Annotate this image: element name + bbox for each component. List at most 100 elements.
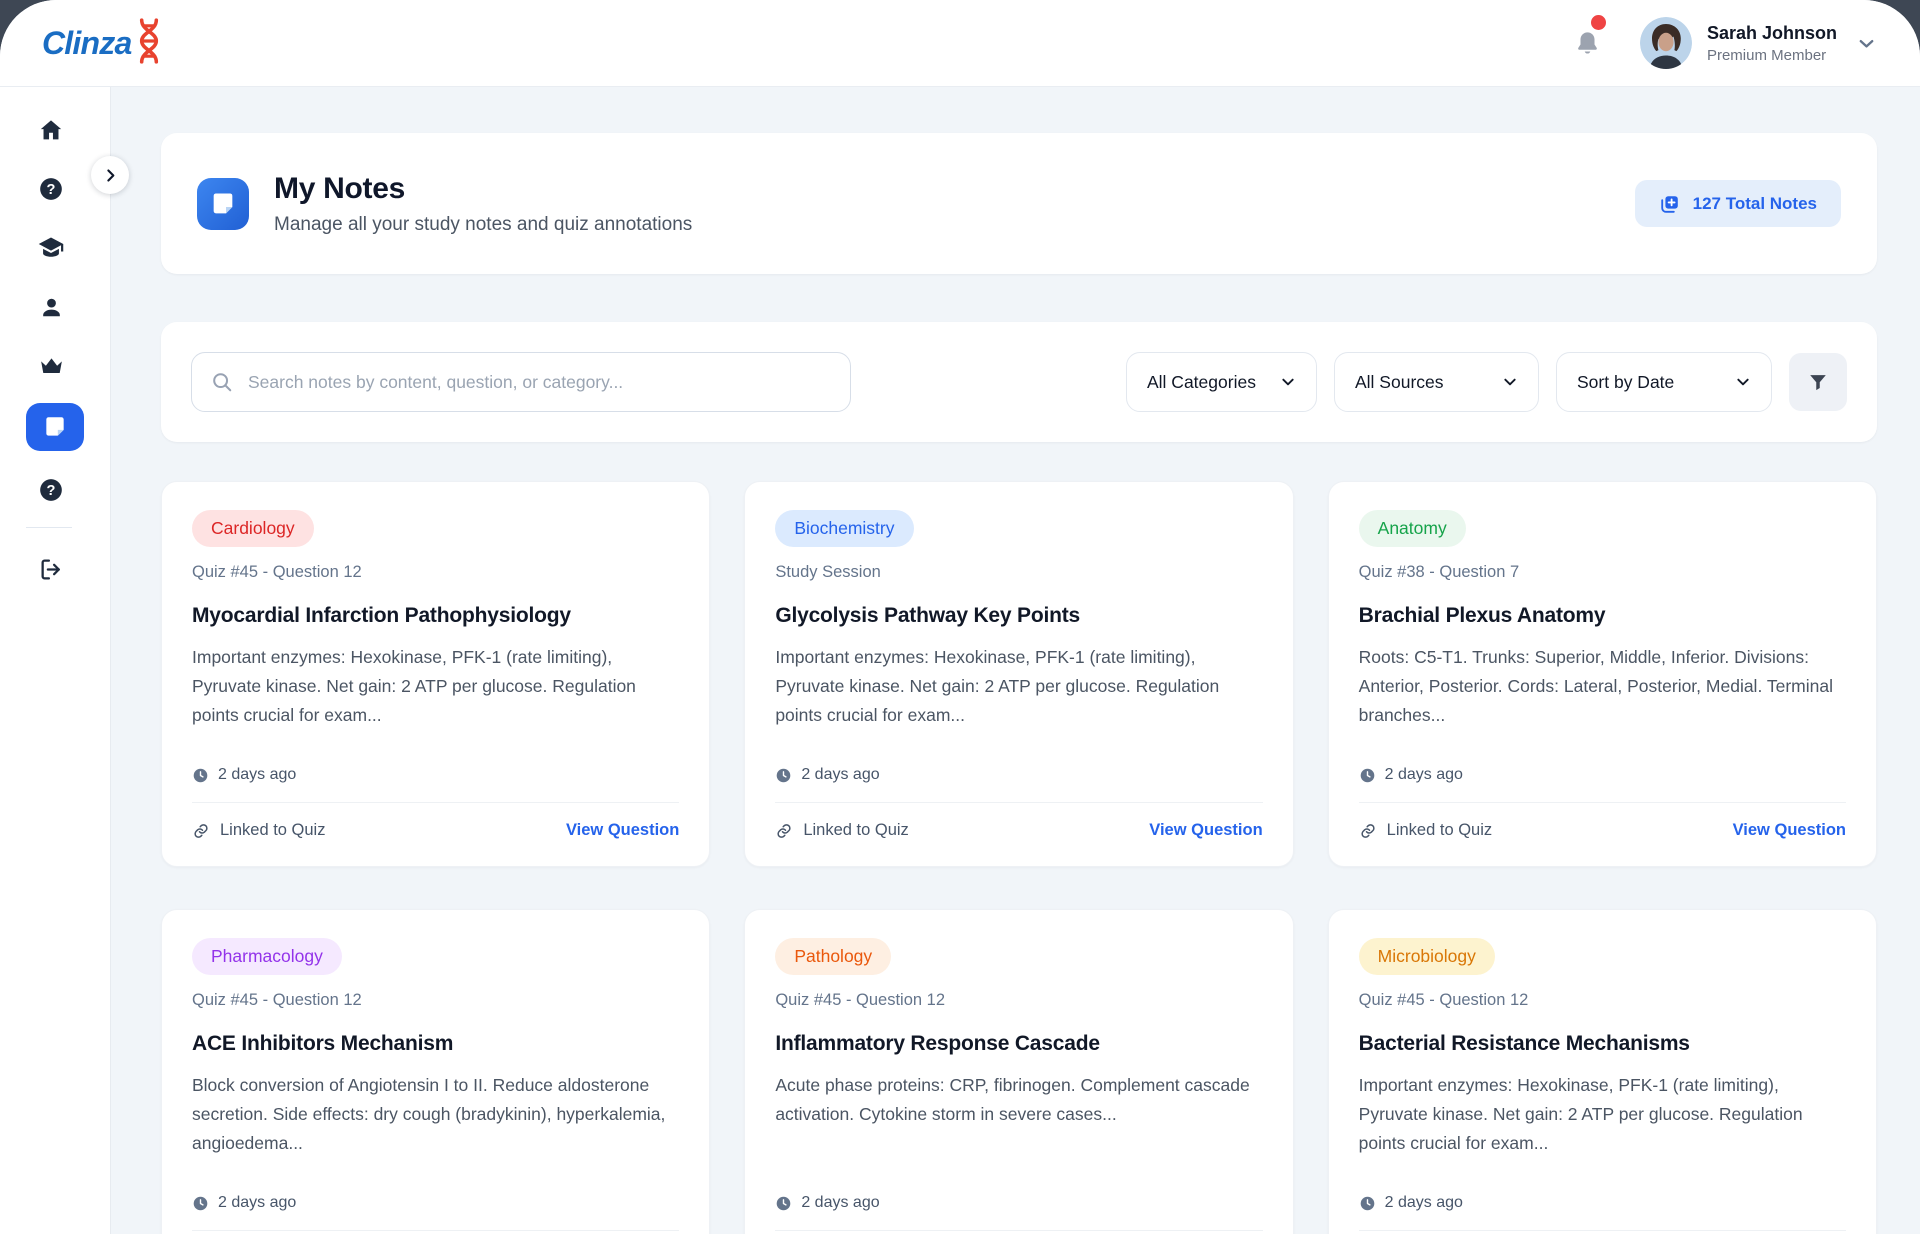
home-icon (38, 117, 64, 143)
main-content: My Notes Manage all your study notes and… (111, 87, 1920, 1234)
notes-page-icon (197, 178, 249, 230)
note-card[interactable]: Anatomy Quiz #38 - Question 7 Brachial P… (1328, 481, 1877, 867)
link-icon (775, 822, 793, 840)
note-source: Quiz #45 - Question 12 (775, 991, 1262, 1010)
page-header-text: My Notes Manage all your study notes and… (274, 172, 692, 236)
note-time-row: 2 days ago (1359, 766, 1846, 784)
chevron-down-icon (1735, 374, 1751, 390)
sidebar-item-learn[interactable] (26, 223, 76, 273)
filter-button[interactable] (1789, 353, 1847, 411)
svg-text:?: ? (47, 182, 56, 198)
sidebar-expand-button[interactable] (91, 156, 129, 194)
note-footer: Linked to Quiz View Question (775, 802, 1262, 840)
sources-dropdown[interactable]: All Sources (1334, 352, 1539, 412)
note-title: ACE Inhibitors Mechanism (192, 1032, 679, 1056)
search-input[interactable] (191, 352, 851, 412)
note-source: Quiz #45 - Question 12 (192, 991, 679, 1010)
logo[interactable]: Clinza (42, 22, 166, 64)
sidebar-item-profile[interactable] (26, 282, 76, 332)
note-category-badge: Pathology (775, 938, 891, 975)
note-view-question[interactable]: View Question (566, 821, 679, 840)
note-body: Important enzymes: Hexokinase, PFK-1 (ra… (1359, 1071, 1846, 1186)
sidebar-item-notes[interactable] (26, 403, 84, 451)
note-body: Acute phase proteins: CRP, fibrinogen. C… (775, 1071, 1262, 1186)
note-card[interactable]: Biochemistry Study Session Glycolysis Pa… (744, 481, 1293, 867)
page-header-card: My Notes Manage all your study notes and… (161, 133, 1877, 274)
stacked-notes-plus-icon (1659, 193, 1681, 215)
clock-icon (192, 767, 209, 784)
note-source: Study Session (775, 563, 1262, 582)
link-icon (1359, 822, 1377, 840)
topbar: Clinza (0, 0, 1920, 87)
sort-dropdown[interactable]: Sort by Date (1556, 352, 1772, 412)
note-time: 2 days ago (801, 766, 879, 784)
note-card[interactable]: Microbiology Quiz #45 - Question 12 Bact… (1328, 909, 1877, 1234)
sidebar-divider (26, 527, 72, 528)
note-icon (209, 190, 237, 218)
note-icon (42, 414, 68, 440)
note-category-badge: Pharmacology (192, 938, 342, 975)
user-menu[interactable]: Sarah Johnson Premium Member (1640, 17, 1878, 69)
sidebar-item-logout[interactable] (26, 544, 76, 594)
note-time: 2 days ago (801, 1194, 879, 1212)
note-title: Inflammatory Response Cascade (775, 1032, 1262, 1056)
note-time-row: 2 days ago (775, 766, 1262, 784)
logo-text: Clinza (42, 25, 131, 62)
user-role: Premium Member (1707, 47, 1837, 64)
note-footer: Linked to Quiz View Question (1359, 802, 1846, 840)
sidebar-item-help[interactable]: ? (26, 164, 76, 214)
sidebar-item-premium[interactable] (26, 341, 76, 391)
note-time: 2 days ago (1385, 1194, 1463, 1212)
note-category-badge: Anatomy (1359, 510, 1466, 547)
app-window: Clinza (0, 0, 1920, 1234)
topbar-right: Sarah Johnson Premium Member (1573, 17, 1878, 69)
question-circle-icon: ? (38, 477, 64, 503)
funnel-icon (1807, 371, 1829, 393)
note-time: 2 days ago (218, 766, 296, 784)
note-title: Myocardial Infarction Pathophysiology (192, 604, 679, 628)
note-linked: Linked to Quiz (192, 821, 325, 840)
note-source: Quiz #38 - Question 7 (1359, 563, 1846, 582)
note-view-question[interactable]: View Question (1733, 821, 1846, 840)
graduation-cap-icon (37, 234, 65, 262)
filter-bar: All Categories All Sources Sort by Date (161, 322, 1877, 442)
note-category-badge: Microbiology (1359, 938, 1495, 975)
clock-icon (775, 1195, 792, 1212)
note-body: Important enzymes: Hexokinase, PFK-1 (ra… (192, 643, 679, 758)
note-time-row: 2 days ago (1359, 1194, 1846, 1212)
note-linked: Linked to Quiz (1359, 821, 1492, 840)
dna-icon (132, 18, 166, 64)
notification-dot (1591, 15, 1606, 30)
notifications-button[interactable] (1573, 29, 1602, 58)
note-linked-label: Linked to Quiz (1387, 821, 1492, 840)
avatar (1640, 17, 1692, 69)
page-subtitle: Manage all your study notes and quiz ann… (274, 214, 692, 236)
note-time-row: 2 days ago (192, 1194, 679, 1212)
question-circle-icon: ? (38, 176, 64, 202)
note-card[interactable]: Pharmacology Quiz #45 - Question 12 ACE … (161, 909, 710, 1234)
clock-icon (775, 767, 792, 784)
total-notes-button[interactable]: 127 Total Notes (1635, 180, 1841, 227)
note-source: Quiz #45 - Question 12 (1359, 991, 1846, 1010)
svg-text:?: ? (47, 483, 56, 499)
note-footer: Linked to Quiz View Question (775, 1230, 1262, 1234)
note-footer: Linked to Quiz View Question (192, 1230, 679, 1234)
note-time-row: 2 days ago (192, 766, 679, 784)
note-category-badge: Biochemistry (775, 510, 913, 547)
crown-icon (38, 353, 65, 380)
note-category-badge: Cardiology (192, 510, 314, 547)
note-card[interactable]: Cardiology Quiz #45 - Question 12 Myocar… (161, 481, 710, 867)
logout-icon (39, 557, 64, 582)
note-source: Quiz #45 - Question 12 (192, 563, 679, 582)
chevron-down-icon (1280, 374, 1296, 390)
note-view-question[interactable]: View Question (1149, 821, 1262, 840)
sidebar-item-home[interactable] (26, 105, 76, 155)
search-icon (211, 371, 233, 393)
chevron-down-icon (1502, 374, 1518, 390)
chevron-down-icon (1855, 32, 1878, 55)
note-time: 2 days ago (218, 1194, 296, 1212)
sidebar: ?? (0, 87, 111, 1234)
note-card[interactable]: Pathology Quiz #45 - Question 12 Inflamm… (744, 909, 1293, 1234)
sidebar-item-support[interactable]: ? (26, 465, 76, 515)
categories-dropdown[interactable]: All Categories (1126, 352, 1317, 412)
